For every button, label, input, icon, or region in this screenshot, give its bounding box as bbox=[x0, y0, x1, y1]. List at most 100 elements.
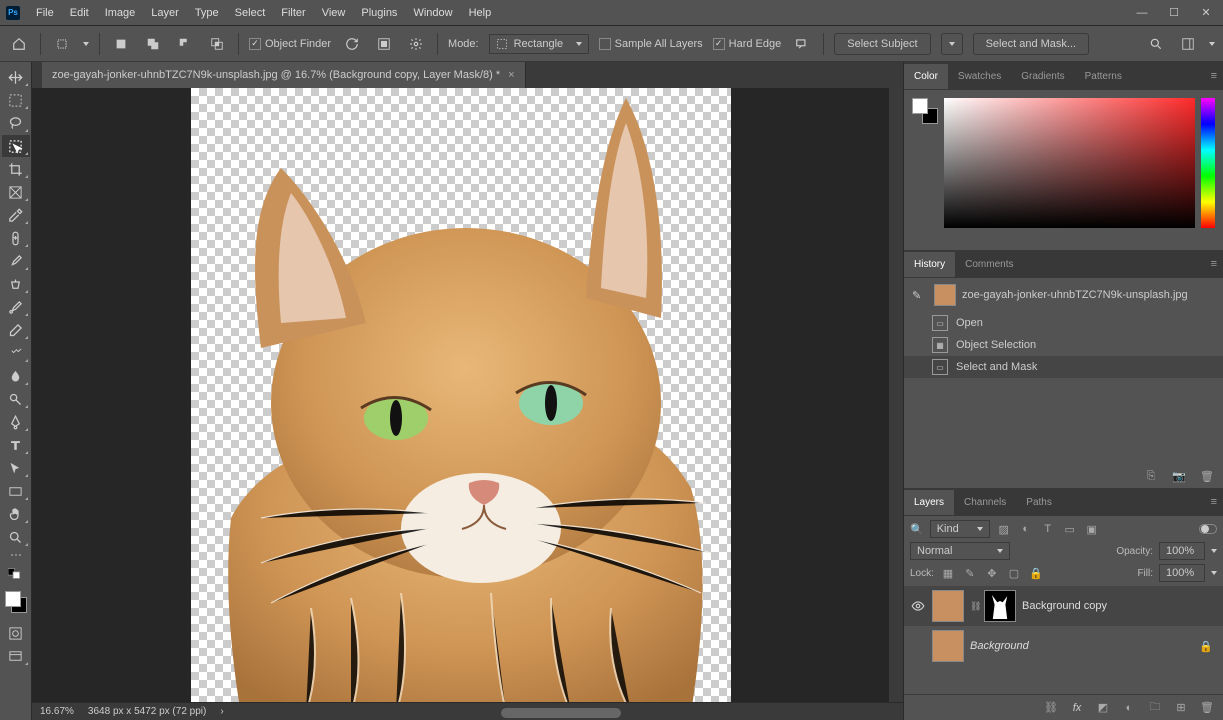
filter-type-icon[interactable]: T bbox=[1040, 521, 1056, 537]
minimize-button[interactable]: — bbox=[1131, 4, 1153, 22]
healing-brush-tool[interactable] bbox=[2, 227, 30, 249]
zoom-tool[interactable] bbox=[2, 526, 30, 548]
pen-tool[interactable] bbox=[2, 411, 30, 433]
panel-fg-color[interactable] bbox=[912, 98, 928, 114]
menu-view[interactable]: View bbox=[314, 3, 354, 23]
home-icon[interactable] bbox=[8, 33, 30, 55]
menu-type[interactable]: Type bbox=[187, 3, 227, 23]
history-item[interactable]: ▭ Open bbox=[904, 312, 1223, 334]
lock-all-icon[interactable]: 🔒 bbox=[1028, 565, 1044, 581]
path-selection-tool[interactable] bbox=[2, 457, 30, 479]
intersect-selection-icon[interactable] bbox=[206, 33, 228, 55]
show-all-icon[interactable] bbox=[373, 33, 395, 55]
lock-pixels-icon[interactable]: ✎ bbox=[962, 565, 978, 581]
lock-transparency-icon[interactable]: ▦ bbox=[940, 565, 956, 581]
settings-icon[interactable] bbox=[405, 33, 427, 55]
hand-tool[interactable] bbox=[2, 503, 30, 525]
tab-paths[interactable]: Paths bbox=[1016, 490, 1062, 515]
link-layers-icon[interactable]: ⛓ bbox=[1043, 700, 1059, 716]
history-brush-source-icon[interactable]: ✎ bbox=[912, 289, 928, 302]
lock-position-icon[interactable]: ✥ bbox=[984, 565, 1000, 581]
layer-row[interactable]: ⛓ Background copy bbox=[904, 586, 1223, 626]
menu-filter[interactable]: Filter bbox=[273, 3, 313, 23]
search-icon[interactable]: 🔍 bbox=[910, 523, 924, 536]
opacity-input[interactable]: 100% bbox=[1159, 542, 1205, 560]
refresh-icon[interactable] bbox=[341, 33, 363, 55]
menu-select[interactable]: Select bbox=[227, 3, 274, 23]
marquee-tool[interactable] bbox=[2, 89, 30, 111]
tab-comments[interactable]: Comments bbox=[955, 252, 1023, 277]
sample-all-layers-checkbox[interactable]: Sample All Layers bbox=[599, 38, 703, 50]
layer-filter-kind[interactable]: Kind bbox=[930, 520, 990, 538]
new-document-from-state-icon[interactable]: ⎘ bbox=[1143, 468, 1159, 484]
hard-edge-checkbox[interactable]: Hard Edge bbox=[713, 38, 782, 50]
vertical-scrollbar[interactable] bbox=[889, 88, 903, 702]
horizontal-scrollbar[interactable] bbox=[501, 708, 621, 718]
object-selection-tool[interactable] bbox=[2, 135, 30, 157]
rectangle-tool[interactable] bbox=[2, 480, 30, 502]
crop-tool[interactable] bbox=[2, 158, 30, 180]
delete-layer-icon[interactable]: 🗑 bbox=[1199, 700, 1215, 716]
tab-swatches[interactable]: Swatches bbox=[948, 64, 1011, 89]
maximize-button[interactable]: ☐ bbox=[1163, 4, 1185, 22]
dodge-tool[interactable] bbox=[2, 388, 30, 410]
status-arrow-icon[interactable]: › bbox=[220, 706, 223, 717]
object-finder-checkbox[interactable]: Object Finder bbox=[249, 38, 331, 50]
filter-pixel-icon[interactable]: ▨ bbox=[996, 521, 1012, 537]
panel-menu-icon[interactable]: ≡ bbox=[1205, 496, 1223, 508]
filter-adjustment-icon[interactable]: ◐ bbox=[1018, 521, 1034, 537]
edit-toolbar[interactable] bbox=[11, 549, 21, 561]
tool-preset-dropdown[interactable] bbox=[51, 33, 73, 55]
layer-mask-icon[interactable]: ◩ bbox=[1095, 700, 1111, 716]
layer-name[interactable]: Background copy bbox=[1022, 600, 1217, 612]
adjustment-layer-icon[interactable]: ◐ bbox=[1121, 700, 1137, 716]
foreground-background-colors[interactable] bbox=[3, 589, 29, 615]
hue-slider[interactable] bbox=[1201, 98, 1215, 228]
menu-image[interactable]: Image bbox=[97, 3, 144, 23]
tab-patterns[interactable]: Patterns bbox=[1075, 64, 1132, 89]
frame-tool[interactable] bbox=[2, 181, 30, 203]
eraser-tool[interactable] bbox=[2, 319, 30, 341]
feedback-icon[interactable] bbox=[791, 33, 813, 55]
subtract-selection-icon[interactable] bbox=[174, 33, 196, 55]
new-snapshot-icon[interactable]: 📷 bbox=[1171, 468, 1187, 484]
layer-row[interactable]: Background 🔒 bbox=[904, 626, 1223, 666]
menu-window[interactable]: Window bbox=[405, 3, 460, 23]
menu-edit[interactable]: Edit bbox=[62, 3, 97, 23]
tab-close-icon[interactable]: × bbox=[508, 69, 514, 81]
close-button[interactable]: ✕ bbox=[1195, 4, 1217, 22]
layer-thumbnail[interactable] bbox=[932, 590, 964, 622]
gradient-tool[interactable] bbox=[2, 342, 30, 364]
menu-help[interactable]: Help bbox=[461, 3, 500, 23]
menu-plugins[interactable]: Plugins bbox=[353, 3, 405, 23]
panel-menu-icon[interactable]: ≡ bbox=[1205, 258, 1223, 270]
fill-input[interactable]: 100% bbox=[1159, 564, 1205, 582]
zoom-level[interactable]: 16.67% bbox=[40, 706, 74, 717]
brush-tool[interactable] bbox=[2, 250, 30, 272]
lock-artboard-icon[interactable]: ▢ bbox=[1006, 565, 1022, 581]
add-selection-icon[interactable] bbox=[142, 33, 164, 55]
blend-mode-dropdown[interactable]: Normal bbox=[910, 542, 1010, 560]
layer-mask-thumbnail[interactable] bbox=[984, 590, 1016, 622]
tab-gradients[interactable]: Gradients bbox=[1011, 64, 1074, 89]
color-field[interactable] bbox=[944, 98, 1195, 228]
layer-style-icon[interactable]: fx bbox=[1069, 700, 1085, 716]
filter-smart-icon[interactable]: ▣ bbox=[1084, 521, 1100, 537]
type-tool[interactable] bbox=[2, 434, 30, 456]
move-tool[interactable] bbox=[2, 66, 30, 88]
new-group-icon[interactable]: 🗀 bbox=[1147, 700, 1163, 716]
workspace-icon[interactable] bbox=[1177, 33, 1199, 55]
foreground-color-swatch[interactable] bbox=[5, 591, 21, 607]
blur-tool[interactable] bbox=[2, 365, 30, 387]
delete-state-icon[interactable]: 🗑 bbox=[1199, 468, 1215, 484]
layer-name[interactable]: Background bbox=[970, 640, 1193, 652]
new-selection-icon[interactable] bbox=[110, 33, 132, 55]
default-colors-icon[interactable] bbox=[2, 562, 30, 584]
tab-layers[interactable]: Layers bbox=[904, 490, 954, 515]
lasso-tool[interactable] bbox=[2, 112, 30, 134]
panel-menu-icon[interactable]: ≡ bbox=[1205, 70, 1223, 82]
layer-visibility-icon[interactable] bbox=[910, 598, 926, 614]
filter-shape-icon[interactable]: ▭ bbox=[1062, 521, 1078, 537]
filter-toggle[interactable] bbox=[1199, 524, 1217, 534]
clone-stamp-tool[interactable] bbox=[2, 273, 30, 295]
